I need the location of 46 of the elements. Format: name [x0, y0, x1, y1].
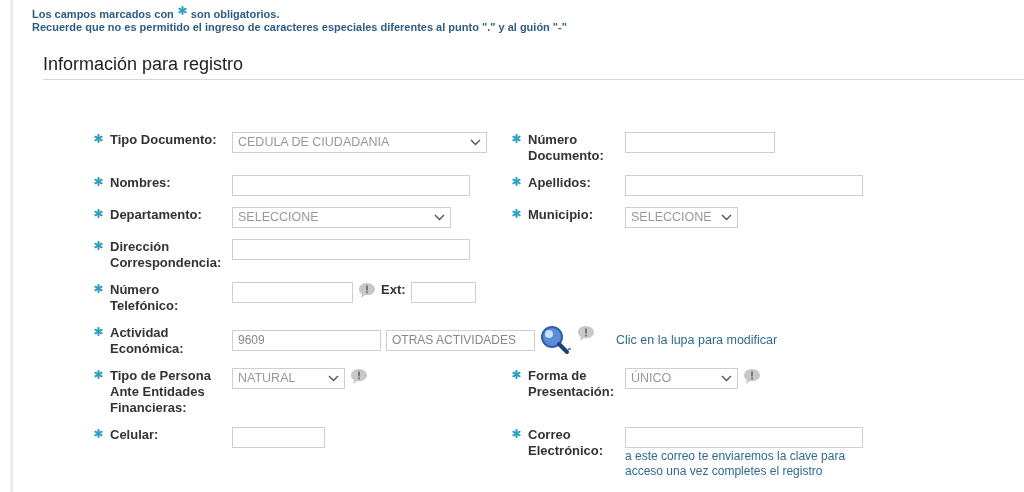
text-field[interactable]: OTRAS ACTIVIDADES [386, 329, 535, 351]
special-characters-notice: Recuerde que no es permitido el ingreso de caracteres especiales diferentes al punto "." y al guión "-" [32, 21, 568, 34]
text-field[interactable]: 9609 [232, 329, 381, 351]
text-field[interactable] [232, 175, 470, 196]
notice-text: Los campos marcados con [32, 8, 174, 21]
field-label: Número Telefónico: [109, 282, 180, 314]
field-label: Celular: [109, 427, 160, 443]
chevron-down-icon [721, 375, 732, 382]
chevron-down-icon [721, 214, 732, 221]
info-bubble-icon[interactable] [358, 282, 376, 299]
field-label: Ext: [381, 281, 406, 299]
info-bubble-icon[interactable] [350, 368, 368, 385]
field-label: Correo Electrónico: [527, 427, 605, 459]
chevron-down-icon [328, 375, 339, 382]
text-field[interactable] [625, 132, 775, 153]
help-text: Clic en la lupa para modificar [616, 331, 778, 349]
field-label: Apellidos: [527, 175, 592, 191]
info-bubble-icon[interactable] [743, 368, 761, 385]
magnifier-icon[interactable] [540, 325, 572, 355]
dropdown-field[interactable]: CEDULA DE CIUDADANIA [232, 132, 487, 153]
chevron-down-icon [470, 139, 481, 146]
field-label: Actividad Económica: [109, 325, 185, 357]
help-text: a este correo te enviaremos la clave para acceso una vez completes el registro [625, 449, 847, 479]
text-field[interactable] [410, 282, 476, 303]
section-title: Información para registro [43, 53, 244, 75]
text-field[interactable] [625, 175, 863, 196]
text-field[interactable] [232, 239, 470, 260]
field-label: Nombres: [109, 175, 172, 191]
text-field[interactable] [625, 427, 863, 448]
chevron-down-icon [434, 214, 445, 221]
field-label: Dirección Correspondencia: [109, 239, 223, 271]
dropdown-field[interactable]: ÚNICO [625, 368, 738, 389]
field-label: Municipio: [527, 207, 594, 223]
dropdown-field[interactable]: SELECCIONE [625, 207, 738, 228]
dropdown-field[interactable]: SELECCIONE [232, 207, 451, 228]
field-label: Tipo Documento: [109, 132, 218, 148]
field-label: Forma de Presentación: [527, 368, 615, 400]
text-field[interactable] [232, 282, 353, 303]
notice-text: son obligatorios. [190, 8, 280, 21]
text-field[interactable] [232, 427, 325, 448]
required-asterisk-icon [177, 6, 187, 15]
field-label: Número Documento: [527, 132, 605, 164]
info-bubble-icon[interactable] [577, 325, 595, 342]
dropdown-field[interactable]: NATURAL [232, 368, 345, 389]
field-label: Departamento: [109, 207, 203, 223]
field-label: Tipo de Persona Ante Entidades Financieras: [109, 368, 212, 416]
